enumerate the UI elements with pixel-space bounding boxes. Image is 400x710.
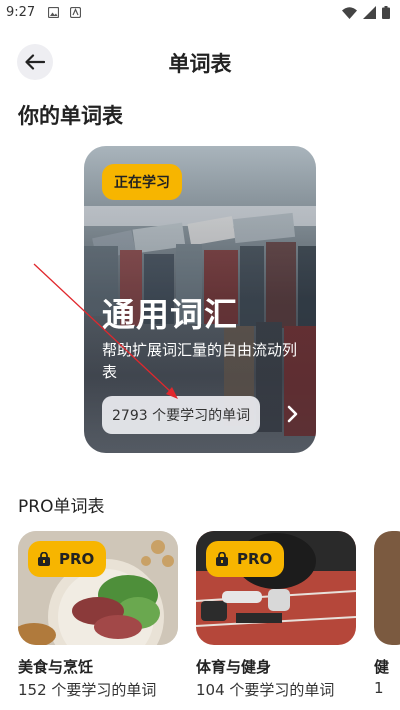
pro-list-card-partial[interactable]: 健 1	[374, 531, 400, 701]
pro-list-count: 1	[374, 679, 384, 697]
food-image: PRO	[18, 531, 178, 645]
pro-list-count: 152 个要学习的单词	[18, 681, 157, 699]
partial-image	[374, 531, 400, 645]
pro-list-card-sports[interactable]: PRO 体育与健身 104 个要学习的单词	[196, 531, 356, 701]
pro-badge-label: PRO	[59, 550, 95, 568]
pro-list-count: 104 个要学习的单词	[196, 681, 335, 699]
pro-badge-label: PRO	[237, 550, 273, 568]
pro-badge: PRO	[28, 541, 107, 577]
pro-list-name: 美食与烹饪	[18, 658, 94, 676]
pro-list-card-food[interactable]: PRO 美食与烹饪 152 个要学习的单词	[18, 531, 178, 701]
sports-image: PRO	[196, 531, 356, 645]
pro-list-name: 健	[374, 658, 390, 676]
pro-lists-heading: PRO单词表	[18, 497, 105, 517]
pro-badge: PRO	[206, 541, 285, 577]
lock-icon	[38, 552, 50, 566]
pro-list-name: 体育与健身	[196, 658, 272, 676]
lock-icon	[216, 552, 228, 566]
